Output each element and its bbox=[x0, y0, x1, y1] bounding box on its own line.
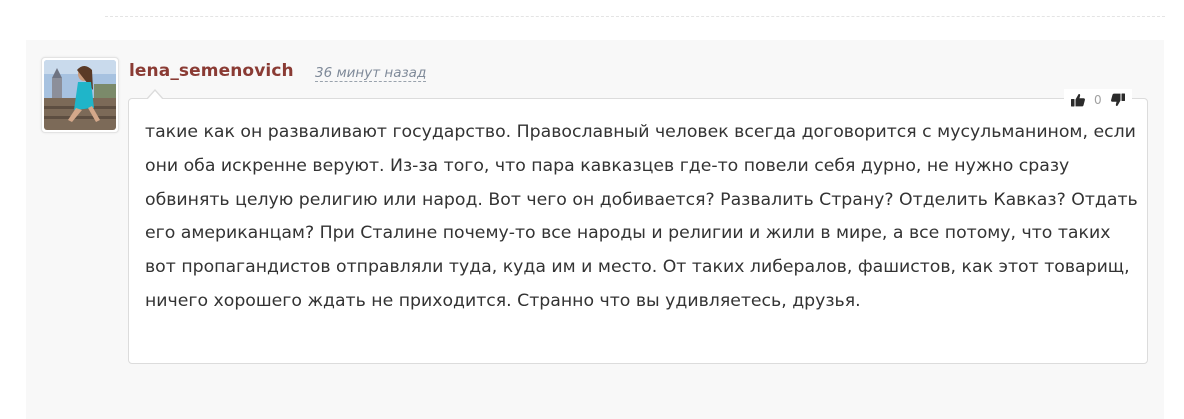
page: lena_semenovich 36 минут назад 0 такие к… bbox=[0, 0, 1184, 419]
thumbs-down-icon[interactable] bbox=[1110, 92, 1126, 108]
vote-controls: 0 bbox=[1064, 89, 1132, 111]
comment-text: такие как он разваливают государство. Пр… bbox=[145, 122, 1138, 311]
avatar bbox=[44, 60, 116, 130]
author-name[interactable]: lena_semenovich bbox=[129, 61, 294, 81]
top-separator bbox=[105, 16, 1165, 17]
thumbs-up-icon[interactable] bbox=[1070, 92, 1086, 108]
bubble-pointer-fill bbox=[147, 90, 163, 100]
avatar-frame[interactable] bbox=[41, 57, 119, 133]
comment-timestamp[interactable]: 36 минут назад bbox=[315, 65, 427, 82]
vote-count: 0 bbox=[1094, 93, 1102, 107]
